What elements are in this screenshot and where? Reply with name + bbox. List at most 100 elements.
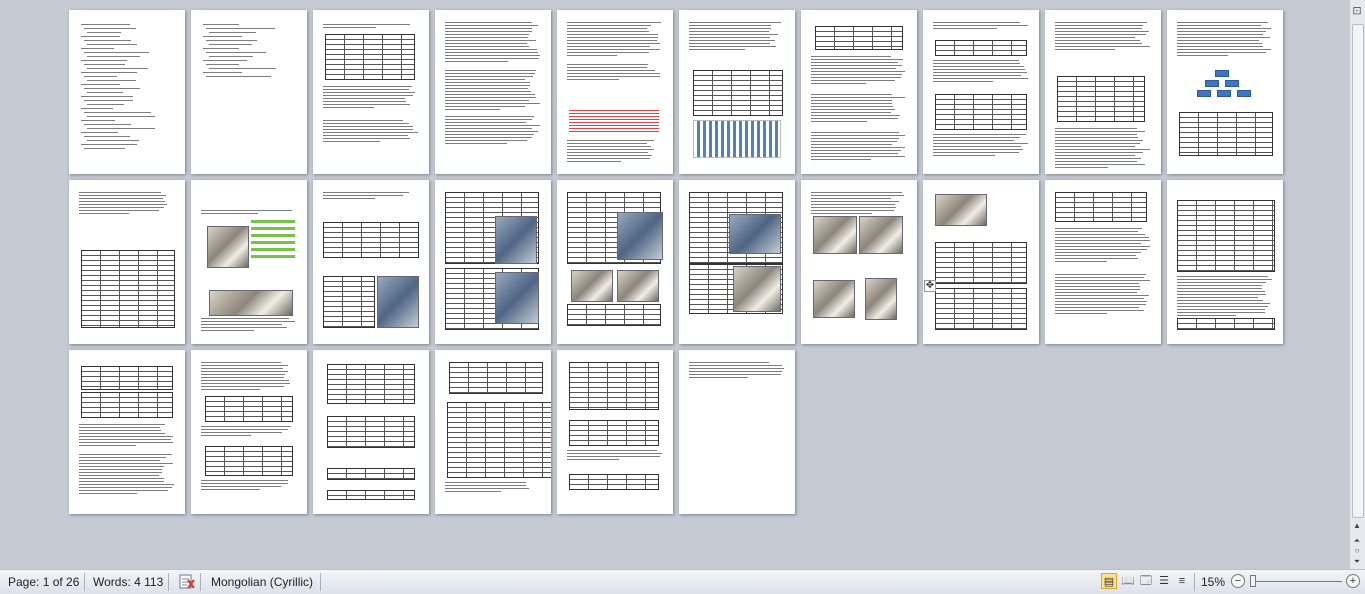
toc-line bbox=[206, 76, 271, 77]
text-line bbox=[1177, 300, 1263, 301]
status-separator bbox=[84, 573, 85, 591]
text-line bbox=[79, 439, 171, 440]
spell-check-icon[interactable] bbox=[178, 574, 196, 590]
page-thumbnail[interactable] bbox=[1045, 180, 1161, 344]
view-ruler-icon[interactable]: ⊡ bbox=[1351, 4, 1363, 18]
picture bbox=[935, 194, 987, 226]
document-workspace[interactable]: ✥ bbox=[0, 0, 1349, 569]
text-line bbox=[567, 70, 655, 71]
move-handle-icon[interactable]: ✥ bbox=[924, 280, 936, 292]
text-line bbox=[1177, 46, 1263, 47]
zoom-level[interactable]: 15% bbox=[1201, 574, 1225, 590]
zoom-slider[interactable] bbox=[1250, 581, 1342, 582]
text-line bbox=[1055, 143, 1140, 144]
page-thumbnail[interactable] bbox=[191, 350, 307, 514]
text-line bbox=[567, 49, 660, 50]
text-line bbox=[323, 92, 415, 93]
page-thumbnail[interactable] bbox=[1167, 10, 1283, 174]
page-thumbnail[interactable] bbox=[679, 10, 795, 174]
page-thumbnail[interactable] bbox=[313, 350, 429, 514]
page-thumbnail[interactable] bbox=[801, 10, 917, 174]
text-line bbox=[567, 73, 660, 74]
status-separator bbox=[320, 573, 321, 591]
text-line bbox=[1055, 25, 1143, 26]
text-line bbox=[567, 459, 619, 460]
page-thumbnail[interactable] bbox=[69, 180, 185, 344]
table bbox=[327, 490, 415, 500]
text-line bbox=[811, 138, 899, 139]
text-line bbox=[1055, 292, 1137, 293]
text-line bbox=[689, 37, 770, 38]
toc-line bbox=[203, 48, 239, 49]
page-thumbnail[interactable] bbox=[435, 350, 551, 514]
outline-icon[interactable]: ☰ bbox=[1156, 573, 1172, 589]
page-thumbnail[interactable] bbox=[679, 350, 795, 514]
page-thumbnail[interactable] bbox=[313, 180, 429, 344]
print-layout-icon[interactable]: ▤ bbox=[1101, 573, 1117, 589]
table bbox=[935, 242, 1027, 284]
page-thumbnail[interactable] bbox=[313, 10, 429, 174]
page-thumbnail[interactable] bbox=[557, 350, 673, 514]
text-line bbox=[445, 482, 526, 483]
text-line bbox=[445, 485, 526, 486]
draft-icon[interactable]: ≡ bbox=[1174, 573, 1190, 589]
table bbox=[567, 304, 661, 326]
text-line bbox=[1055, 140, 1143, 141]
text-line bbox=[1055, 161, 1137, 162]
toc-line bbox=[84, 52, 149, 53]
text-line bbox=[201, 374, 285, 375]
text-line bbox=[445, 43, 527, 44]
scroll-up-icon[interactable]: ▲ bbox=[1351, 520, 1363, 532]
text-line bbox=[201, 324, 282, 325]
page-thumbnail[interactable] bbox=[923, 180, 1039, 344]
text-line bbox=[445, 31, 532, 32]
text-line bbox=[811, 68, 896, 69]
page-count[interactable]: Page: 1 of 26 bbox=[8, 574, 79, 590]
text-line bbox=[689, 46, 776, 47]
page-thumbnail[interactable] bbox=[557, 180, 673, 344]
text-line bbox=[201, 432, 282, 433]
text-line bbox=[1055, 295, 1149, 296]
page-thumbnail[interactable] bbox=[69, 10, 185, 174]
toc-line bbox=[209, 44, 252, 45]
zoom-in-icon[interactable]: + bbox=[1346, 574, 1360, 588]
word-count[interactable]: Words: 4 113 bbox=[93, 574, 163, 590]
text-line bbox=[567, 52, 649, 53]
text-line bbox=[689, 25, 771, 26]
text-line bbox=[1055, 246, 1150, 247]
page-thumbnail[interactable] bbox=[923, 10, 1039, 174]
text-line bbox=[811, 106, 893, 107]
text-line bbox=[689, 28, 771, 29]
text-line bbox=[1055, 146, 1135, 147]
page-thumbnail[interactable] bbox=[191, 180, 307, 344]
next-page-icon[interactable]: ⏷ bbox=[1351, 556, 1363, 568]
zoom-out-icon[interactable]: − bbox=[1231, 574, 1245, 588]
text-line bbox=[79, 466, 164, 467]
text-line bbox=[567, 64, 648, 65]
page-thumbnail[interactable] bbox=[191, 10, 307, 174]
text-line bbox=[811, 80, 895, 81]
picture bbox=[693, 120, 781, 158]
web-layout-icon[interactable]: 🗔 bbox=[1138, 573, 1154, 589]
status-separator bbox=[200, 573, 201, 591]
page-thumbnail[interactable] bbox=[801, 180, 917, 344]
page-thumbnail[interactable] bbox=[435, 10, 551, 174]
full-screen-reading-icon[interactable]: 📖 bbox=[1120, 573, 1136, 589]
page-thumbnail[interactable] bbox=[1167, 180, 1283, 344]
page-thumbnail[interactable] bbox=[557, 10, 673, 174]
text-line bbox=[201, 318, 289, 319]
scrollbar-thumb[interactable] bbox=[1352, 24, 1364, 518]
page-thumbnail[interactable] bbox=[69, 350, 185, 514]
text-line bbox=[933, 66, 1024, 67]
page-thumbnail[interactable] bbox=[679, 180, 795, 344]
text-line bbox=[79, 472, 162, 473]
table bbox=[935, 94, 1027, 130]
toc-line bbox=[203, 36, 242, 37]
language-indicator[interactable]: Mongolian (Cyrillic) bbox=[211, 574, 313, 590]
highlighted-text bbox=[569, 110, 659, 134]
table bbox=[569, 474, 659, 490]
page-thumbnail[interactable] bbox=[435, 180, 551, 344]
page-thumbnail[interactable] bbox=[1045, 10, 1161, 174]
zoom-slider-thumb[interactable] bbox=[1250, 575, 1256, 587]
text-line bbox=[201, 377, 284, 378]
